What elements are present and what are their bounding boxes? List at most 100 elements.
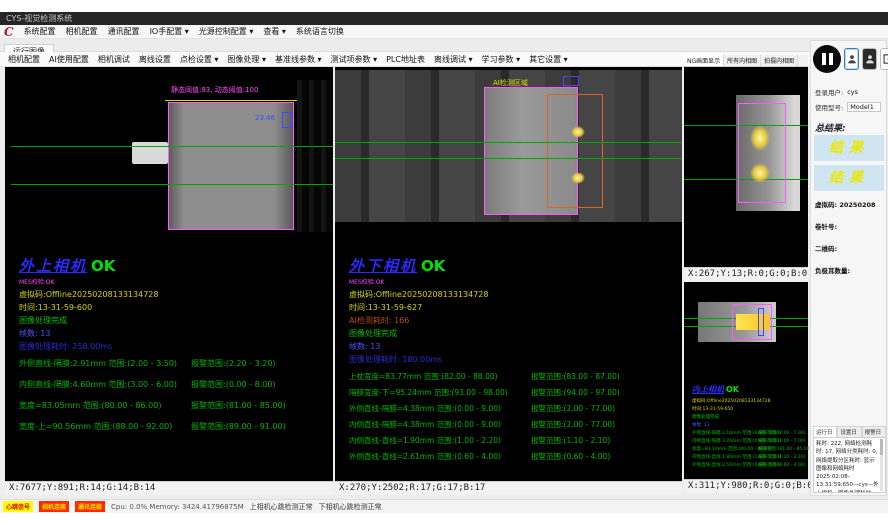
- log-scrollbar[interactable]: [880, 439, 883, 491]
- menu-comm-config[interactable]: 通讯配置: [108, 26, 140, 37]
- model-label: 使用型号:: [815, 102, 843, 112]
- tool-camera-config[interactable]: 相机配置: [8, 54, 40, 65]
- user-icon: [865, 53, 875, 65]
- process-done-line: 图像处理完成: [19, 315, 329, 326]
- virtual-code-line: 虚拟码:Offline20250208133134728: [349, 289, 659, 300]
- menu-camera-config[interactable]: 相机配置: [66, 26, 98, 37]
- process-done-line: 图像处理完成: [349, 328, 659, 339]
- comm-connection-badge: 通讯连接: [75, 501, 105, 512]
- measurement-value: 外侧直线-隔膜=4.38mm 范围:(0.00 - 9.00): [349, 403, 531, 414]
- camera-result-block: 内上相机OK 虚拟码:Offline20250208133134728 时间:1…: [692, 377, 802, 468]
- ai-region-label: AI检测区域: [493, 78, 528, 88]
- tool-offline-setting[interactable]: 离线设置: [139, 54, 171, 65]
- measure-roi-box: [758, 308, 764, 336]
- measurement-value: 内侧直线-隔膜:3.20mm 范围:(0.00 - 9.00): [692, 438, 758, 444]
- alarm-range: 报警范围:(1.10 - 2.10): [758, 455, 806, 460]
- camera-connection-badge: 相机连接: [39, 501, 69, 512]
- menu-view[interactable]: 查看 ▾: [263, 26, 286, 37]
- camera-image-inner-top[interactable]: [684, 67, 808, 267]
- menu-light-config[interactable]: 光源控制配置 ▾: [199, 26, 254, 37]
- inner-view-tabs: NG画面显示 所有内相图 拍摄内相图: [684, 55, 808, 67]
- detect-roi-box: [738, 103, 786, 203]
- alarm-range: 报警范围:(0.00 - 8.00): [191, 380, 276, 389]
- baseline-line: [335, 158, 682, 159]
- camera-image-inner-bottom[interactable]: [684, 300, 808, 344]
- app-logo-icon: C: [4, 26, 14, 38]
- tool-baseline-params[interactable]: 基准线参数 ▾: [275, 54, 322, 65]
- camera-image-outer-top[interactable]: 静态阈值:93, 动态阈值:100 23.46: [5, 80, 333, 232]
- menu-language-switch[interactable]: 系统语言切换: [296, 26, 344, 37]
- time-line: 时间:13-31-59-627: [349, 302, 659, 313]
- alarm-range: 报警范围:(2.00 - 77.00): [531, 420, 615, 429]
- log-scrollbar-thumb[interactable]: [880, 439, 883, 455]
- measurement-value: 内侧直线-直线:1.80mm 范围:(1.00 - 2.20): [692, 454, 758, 460]
- measurement-row: 外侧直线-隔膜:2.91mm 范围:(2.00 - 3.50)报警范围:(2.2…: [19, 358, 329, 369]
- measurement-row: 内侧直线-隔膜:4.60mm 范围:(3.00 - 6.00)报警范围:(0.0…: [19, 379, 329, 390]
- login-user-label: 登录用户:: [815, 87, 843, 97]
- measure-overlay-value: 23.46: [255, 114, 275, 122]
- measurement-row: 内侧直线-隔膜:3.20mm 范围:(0.00 - 9.00)报警范围:(2.0…: [692, 438, 802, 444]
- tool-learn-params[interactable]: 学习参数 ▾: [482, 54, 521, 65]
- pixel-coordinate-status: X:7677;Y:891;R:14;G:14;B:14: [5, 481, 333, 495]
- background-stripes: [297, 80, 333, 232]
- alarm-range: 报警范围:(1.10 - 2.10): [531, 436, 610, 445]
- tool-spot-check[interactable]: 点检设置 ▾: [180, 54, 219, 65]
- elapsed-time-line: 图像处理耗时: 180.00ms: [349, 354, 659, 365]
- login-user-button[interactable]: [844, 48, 859, 70]
- measurement-value: 外侧直线-隔膜:2.10mm 范围:(0.00 - 9.00): [692, 430, 758, 436]
- pause-button[interactable]: [813, 45, 841, 73]
- log-text-area[interactable]: 耗时: 222, 网络检测耗时: 17, 网络分类耗时: 0, 网络提取分区耗时…: [813, 437, 886, 493]
- camera-panel-inner-bottom: 内上相机OK 虚拟码:Offline20250208133134728 时间:1…: [684, 282, 808, 493]
- tab-ng-display[interactable]: NG画面显示: [684, 55, 724, 66]
- menu-system-config[interactable]: 系统配置: [24, 26, 56, 37]
- measurement-row: 上枕宽度=83.77mm 范围:(82.00 - 88.00)报警范围:(83.…: [349, 371, 659, 382]
- upper-camera-heartbeat-status: 上相机心跳检测正常: [250, 502, 313, 512]
- qr-code-label: 二维码:: [815, 243, 837, 253]
- measurement-row: 外侧直线-隔膜:2.10mm 范围:(0.00 - 9.00)报警范围:(2.0…: [692, 430, 802, 436]
- highlight-region: [736, 314, 770, 330]
- menu-bar: C 系统配置 相机配置 通讯配置 IO手配置 ▾ 光源控制配置 ▾ 查看 ▾ 系…: [0, 25, 888, 39]
- tool-other-settings[interactable]: 其它设置 ▾: [529, 54, 568, 65]
- camera-panel-outer-top: 静态阈值:93, 动态阈值:100 23.46 外上相机OK MES校验:OK …: [5, 67, 333, 495]
- login-user-row: 登录用户: cys: [815, 87, 885, 97]
- tool-plc-address[interactable]: PLC地址表: [386, 54, 425, 65]
- measurement-row: 隔膜宽度-下=95.24mm 范围:(93.00 - 98.00)报警范围:(9…: [349, 387, 659, 398]
- measurement-value: 外侧直线-直线:2.50mm 范围:(0.60 - 4.00): [692, 462, 758, 468]
- heartbeat-signal-badge: 心跳信号: [3, 501, 33, 512]
- tab-capture-inner-images[interactable]: 拍摄内相图: [761, 55, 798, 66]
- camera-result-ok: OK: [726, 385, 739, 394]
- user-switch-button[interactable]: [862, 48, 877, 70]
- measurement-row: 宽度-上=90.56mm 范围:(88.00 - 92.00)报警范围:(89.…: [19, 421, 329, 432]
- app-window: CYS-视觉检测系统 C 系统配置 相机配置 通讯配置 IO手配置 ▾ 光源控制…: [0, 0, 888, 522]
- measurement-row: 内侧直线-直线:1.80mm 范围:(1.00 - 2.20)报警范围:(1.1…: [692, 454, 802, 460]
- measurement-value: 宽度=83.10mm 范围:(80.00 - 86.00): [692, 446, 758, 452]
- mes-status-line: MES校验:OK: [349, 277, 659, 286]
- tool-test-params[interactable]: 测试项参数 ▾: [331, 54, 378, 65]
- measurement-row: 内侧直线-隔膜=4.38mm 范围:(0.00 - 9.00)报警范围:(2.0…: [349, 419, 659, 430]
- model-select[interactable]: Model1: [847, 102, 881, 112]
- camera-image-outer-bottom[interactable]: AI检测区域: [335, 70, 682, 222]
- camera-result-ok: OK: [91, 257, 115, 275]
- window-title: CYS-视觉检测系统: [6, 14, 72, 23]
- virtual-code-field: 虚拟码: 20250208: [815, 199, 876, 209]
- tool-ai-usage-config[interactable]: AI使用配置: [49, 54, 89, 65]
- measurement-value: 上枕宽度=83.77mm 范围:(82.00 - 88.00): [349, 371, 531, 382]
- tool-camera-debug[interactable]: 相机调试: [98, 54, 130, 65]
- baseline-line: [11, 146, 333, 147]
- measurement-value: 外侧直线-直线=2.61mm 范围:(0.60 - 4.00): [349, 451, 531, 462]
- measurement-row: 宽度=83.10mm 范围:(80.00 - 86.00)报警范围:(81.00…: [692, 446, 802, 452]
- control-buttons: [813, 45, 888, 73]
- frame-count-line: 帧数: 13: [19, 328, 329, 339]
- exit-button[interactable]: [880, 48, 888, 70]
- pixel-coordinate-status: X:267;Y:13;R:0;G:0;B:0: [684, 267, 808, 281]
- camera-name-label: 内上相机: [692, 385, 724, 394]
- measure-roi-box: [282, 112, 292, 128]
- tool-offline-debug[interactable]: 离线调试 ▾: [434, 54, 473, 65]
- tab-all-inner-images[interactable]: 所有内相图: [724, 55, 761, 66]
- highlight-blob: [571, 126, 585, 138]
- tool-image-process[interactable]: 图像处理 ▾: [227, 54, 266, 65]
- menu-io-config[interactable]: IO手配置 ▾: [150, 26, 189, 37]
- view-tab-bar: 运行图像: [0, 39, 888, 52]
- ai-roi-box: [547, 94, 603, 208]
- baseline-line: [11, 184, 333, 185]
